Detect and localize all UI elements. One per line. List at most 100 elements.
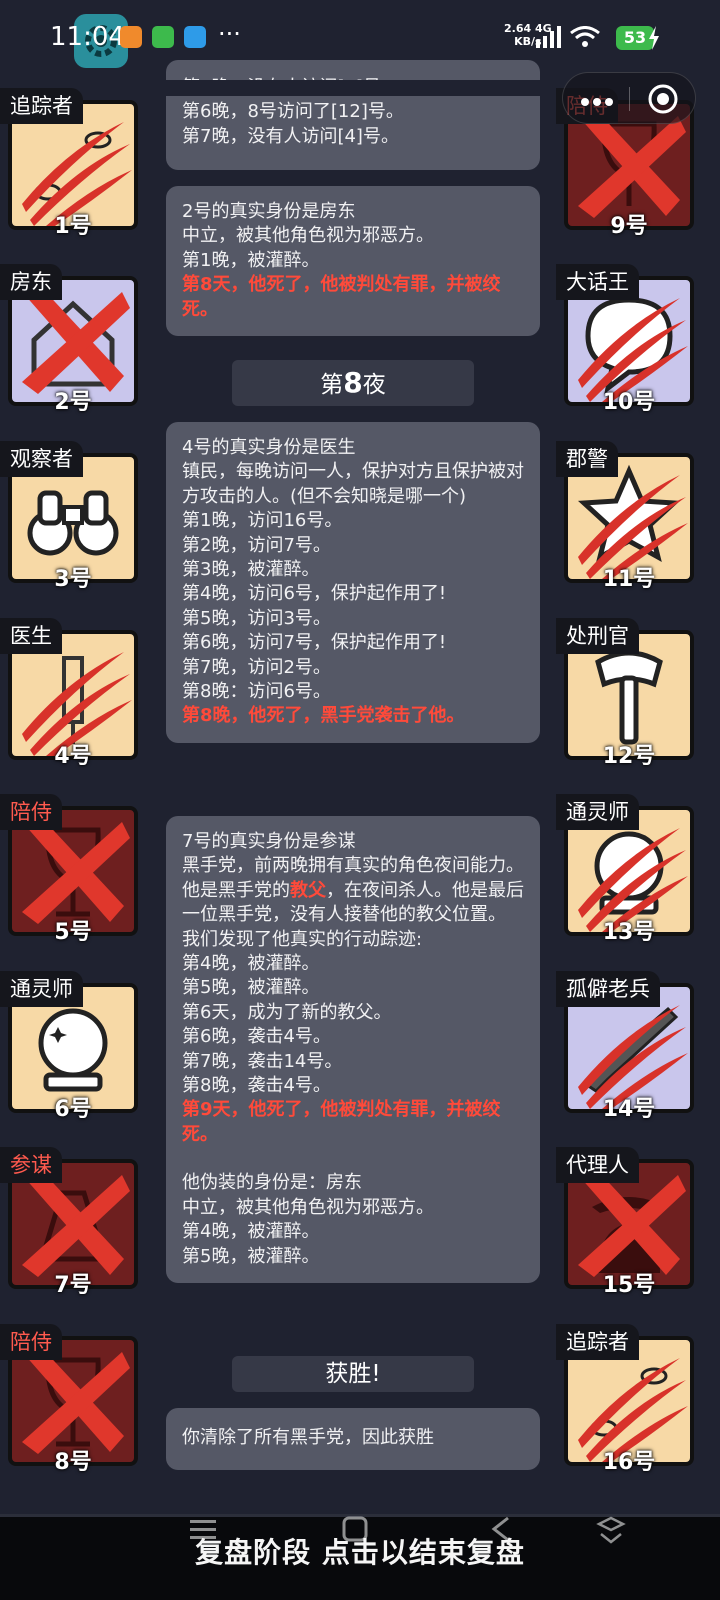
- log-line: 2号的真实身份是房东: [182, 201, 356, 222]
- victory-header: 获胜!: [232, 1356, 474, 1392]
- victory-message: 你清除了所有黑手党，因此获胜: [166, 1408, 540, 1470]
- death-line: 第9天，他死了，他被判处有罪，并被绞死。: [182, 1099, 501, 1145]
- log-line: 你清除了所有黑手党，因此获胜: [182, 1427, 434, 1448]
- log-entry-player-2: 2号的真实身份是房东 中立，被其他角色视为邪恶方。 第1晚，被灌醉。 第8天，他…: [166, 186, 540, 337]
- player-number: 13号: [602, 920, 656, 945]
- player-number: 10号: [602, 390, 656, 415]
- send-notification-icon: [184, 26, 206, 48]
- charging-icon: [649, 26, 659, 50]
- nav-home-icon[interactable]: [342, 1516, 368, 1542]
- log-entry-tracker: 第5晚，没有人访问[4]号。 第6晚，8号访问了[12]号。 第7晚，没有人访问…: [166, 60, 540, 170]
- player-card-4[interactable]: 医生 4号: [0, 618, 138, 769]
- player-card-5[interactable]: 陪侍 5号: [0, 794, 138, 945]
- player-card-6[interactable]: 通灵师 6号: [0, 971, 138, 1122]
- log-entry-player-4: 4号的真实身份是医生 镇民，每晚访问一人，保护对方且保护被对方攻击的人。(但不会…: [166, 422, 540, 743]
- log-line: 黑手党，前两晚拥有真实的角色夜间能力。: [182, 855, 524, 877]
- wifi-icon: [570, 26, 600, 47]
- log-line: 第5晚，被灌醉。: [182, 977, 320, 999]
- player-card-12[interactable]: 处刑官 12号: [556, 618, 694, 769]
- player-number: 12号: [602, 744, 656, 769]
- log-line: 第5晚，被灌醉。: [182, 1245, 320, 1267]
- player-card-1[interactable]: 追踪者 1号: [0, 88, 138, 239]
- log-line: 第2晚，访问7号。: [182, 534, 331, 556]
- death-line: 第8天，他死了，他被判处有罪，并被绞死。: [182, 274, 501, 320]
- more-menu-icon[interactable]: [581, 93, 613, 106]
- role-label: 房东: [0, 264, 62, 300]
- role-label: 处刑官: [556, 618, 639, 654]
- player-number: 3号: [54, 567, 92, 592]
- player-number: 4号: [54, 744, 92, 769]
- role-label: 大话王: [556, 264, 639, 300]
- log-line: 第6晚，8号访问了[12]号。: [182, 101, 404, 123]
- log-line: 第1晚，被灌醉。: [182, 249, 320, 271]
- charge-notification-icon: [152, 26, 174, 48]
- player-number: 9号: [610, 214, 648, 239]
- role-label: 医生: [0, 618, 62, 654]
- player-card-11[interactable]: 郡警 11号: [556, 441, 694, 592]
- role-label: 追踪者: [0, 88, 83, 124]
- role-label: 参谋: [0, 1147, 62, 1183]
- log-line: 第4晚，被灌醉。: [182, 1221, 320, 1243]
- log-line: 第6晚，袭击4号。: [182, 1026, 331, 1048]
- log-line: 第7晚，袭击14号。: [182, 1050, 343, 1072]
- player-card-3[interactable]: 观察者 3号: [0, 441, 138, 592]
- player-card-15[interactable]: 代理人 15号: [556, 1147, 694, 1298]
- log-line: 第6晚，访问7号，保护起作用了!: [182, 632, 447, 654]
- night-header: 第8夜: [232, 360, 474, 406]
- role-label: 代理人: [556, 1147, 639, 1183]
- shop-notification-icon: [120, 26, 142, 48]
- log-line: 镇民，每晚访问一人，保护对方且保护被对方攻击的人。(但不会知晓是哪一个): [182, 461, 524, 507]
- log-line: 中立，被其他角色视为邪恶方。: [182, 1196, 434, 1218]
- role-label: 通灵师: [0, 971, 83, 1007]
- log-line: 第4晚，被灌醉。: [182, 953, 320, 975]
- role-label: 陪侍: [0, 794, 62, 830]
- player-card-7[interactable]: 参谋 7号: [0, 1147, 138, 1298]
- role-label: 孤僻老兵: [556, 971, 660, 1007]
- player-number: 16号: [602, 1450, 656, 1475]
- player-number: 8号: [54, 1450, 92, 1475]
- player-card-10[interactable]: 大话王 10号: [556, 264, 694, 415]
- nav-back-icon[interactable]: [488, 1516, 512, 1542]
- player-number: 5号: [54, 920, 92, 945]
- log-line: 中立，被其他角色视为邪恶方。: [182, 225, 434, 247]
- player-number: 6号: [54, 1097, 92, 1122]
- player-card-2[interactable]: 房东 2号: [0, 264, 138, 415]
- signal-icon: [536, 26, 561, 48]
- log-line: 7号的真实身份是参谋: [182, 831, 356, 852]
- log-line: 第6天，成为了新的教父。: [182, 1001, 392, 1023]
- log-line: 第4晚，访问6号，保护起作用了!: [182, 583, 447, 605]
- log-line: 第8晚，袭击4号。: [182, 1075, 331, 1097]
- role-label: 追踪者: [556, 1324, 639, 1360]
- log-entry-player-7: 7号的真实身份是参谋 黑手党，前两晚拥有真实的角色夜间能力。 他是黑手党的教父，…: [166, 816, 540, 1283]
- mini-program-capsule: [562, 72, 696, 124]
- player-card-8[interactable]: 陪侍 8号: [0, 1324, 138, 1475]
- role-label: 陪侍: [0, 1324, 62, 1360]
- clock: 11:04: [50, 22, 125, 52]
- player-card-13[interactable]: 通灵师 13号: [556, 794, 694, 945]
- role-label: 通灵师: [556, 794, 639, 830]
- death-line: 第8晚，他死了，黑手党袭击了他。: [182, 705, 465, 727]
- role-label: 观察者: [0, 441, 83, 477]
- log-line: 第3晚，被灌醉。: [182, 559, 320, 581]
- player-number: 11号: [602, 567, 656, 592]
- player-number: 15号: [602, 1273, 656, 1298]
- player-card-16[interactable]: 追踪者 16号: [556, 1324, 694, 1475]
- log-line: 第7晚，没有人访问[4]号。: [182, 125, 399, 147]
- log-line: 4号的真实身份是医生: [182, 437, 356, 458]
- log-line: 我们发现了他真实的行动踪迹:: [182, 928, 423, 950]
- close-miniprogram-icon[interactable]: [647, 83, 679, 115]
- player-card-14[interactable]: 孤僻老兵 14号: [556, 971, 694, 1122]
- player-number: 1号: [54, 214, 92, 239]
- log-line: 他是黑手党的教父，在夜间杀人。他是最后一位黑手党，没有人接替他的教父位置。: [182, 879, 524, 926]
- nav-menu-icon[interactable]: [190, 1518, 220, 1542]
- player-number: 7号: [54, 1273, 92, 1298]
- log-line: 第7晚，访问2号。: [182, 656, 331, 678]
- player-number: 2号: [54, 390, 92, 415]
- log-line: 第1晚，访问16号。: [182, 510, 343, 532]
- log-line: 他伪装的身份是：房东: [182, 1172, 362, 1194]
- log-line: 第8晚：访问6号。: [182, 681, 331, 703]
- nav-keyboard-icon[interactable]: [596, 1516, 626, 1546]
- role-label: 郡警: [556, 441, 618, 477]
- more-notifications-icon: ···: [218, 20, 241, 48]
- player-number: 14号: [602, 1097, 656, 1122]
